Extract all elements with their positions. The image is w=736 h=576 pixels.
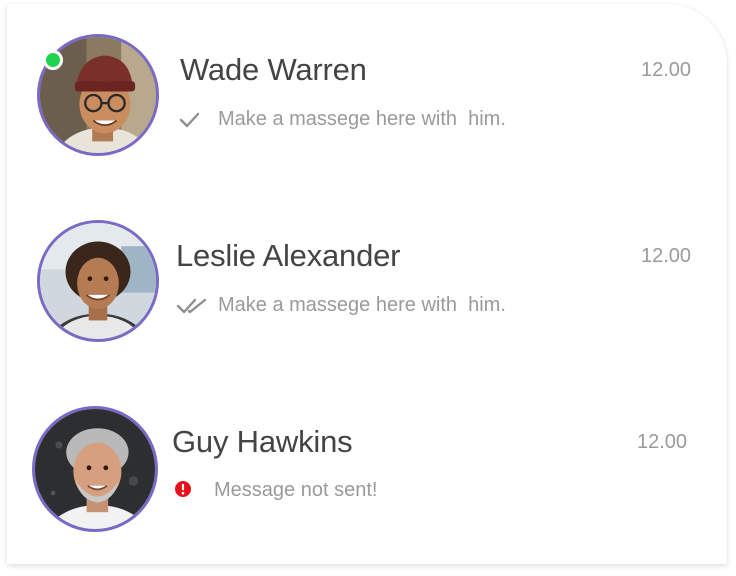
message-time: 12.00 xyxy=(641,59,692,81)
conversation-item-wade-warren[interactable]: Wade Warren 12.00 Make a massege here wi… xyxy=(7,32,727,172)
message-preview: Message not sent! xyxy=(214,479,378,501)
message-preview: Make a massege here with him. xyxy=(218,294,506,316)
error-icon xyxy=(175,481,191,497)
single-check-icon xyxy=(179,112,200,128)
message-time: 12.00 xyxy=(637,431,688,453)
contact-name: Guy Hawkins xyxy=(172,424,353,459)
double-check-icon xyxy=(176,298,207,314)
conversation-item-leslie-alexander[interactable]: Leslie Alexander 12.00 Make a massege he… xyxy=(7,218,727,358)
conversation-item-guy-hawkins[interactable]: Guy Hawkins 12.00 Message not sent! xyxy=(7,404,727,544)
online-indicator xyxy=(43,50,63,70)
avatar xyxy=(37,220,159,342)
avatar xyxy=(32,406,158,532)
contact-name: Leslie Alexander xyxy=(176,238,401,273)
message-preview: Make a massege here with him. xyxy=(218,108,506,130)
contact-name: Wade Warren xyxy=(180,52,367,87)
message-time: 12.00 xyxy=(641,245,692,267)
avatar-photo xyxy=(40,223,156,339)
conversation-list: Wade Warren 12.00 Make a massege here wi… xyxy=(7,4,727,564)
avatar-photo xyxy=(35,409,155,529)
